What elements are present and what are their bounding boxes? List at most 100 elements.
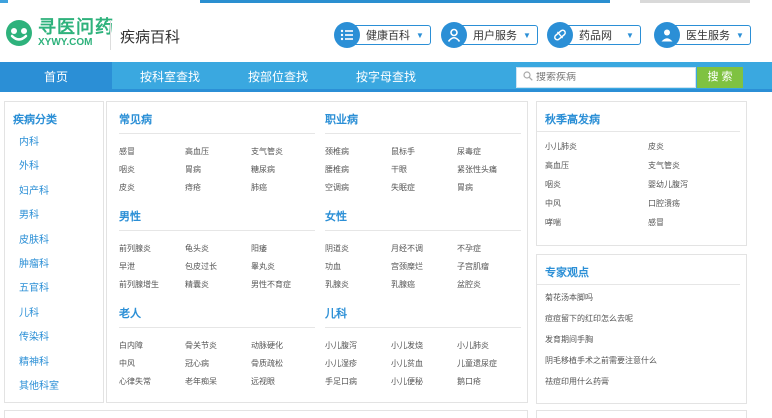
section-occupational: 职业病 颈椎病 鼠标手 尿毒症 腰椎病 干眼 紧张性头痛 空调病 失眠症 胃病 bbox=[325, 111, 521, 192]
disease-link[interactable]: 哮喘 bbox=[545, 218, 648, 228]
section-title: 儿科 bbox=[325, 308, 347, 320]
category-item[interactable]: 儿科 bbox=[5, 307, 103, 331]
disease-link[interactable]: 尿毒症 bbox=[457, 147, 521, 157]
nav-by-letter[interactable]: 按字母查找 bbox=[344, 62, 428, 92]
disease-link[interactable]: 小儿贫血 bbox=[391, 359, 457, 369]
disease-link[interactable]: 龟头炎 bbox=[185, 244, 251, 254]
disease-link[interactable]: 阳痿 bbox=[251, 244, 315, 254]
disease-link[interactable]: 动脉硬化 bbox=[251, 341, 315, 351]
disease-link[interactable]: 空调病 bbox=[325, 183, 391, 193]
disease-link[interactable]: 包皮过长 bbox=[185, 262, 251, 272]
category-item[interactable]: 其他科室 bbox=[5, 380, 103, 404]
nav-by-department[interactable]: 按科室查找 bbox=[128, 62, 212, 92]
disease-link[interactable]: 宫颈糜烂 bbox=[391, 262, 457, 272]
nav-by-body-part[interactable]: 按部位查找 bbox=[236, 62, 320, 92]
disease-link[interactable]: 咽炎 bbox=[545, 180, 648, 190]
service-health-encyclopedia[interactable]: 健康百科 ▼ bbox=[334, 22, 431, 48]
article-link[interactable]: 祛痘印用什么药膏 bbox=[545, 377, 746, 398]
disease-link[interactable]: 精囊炎 bbox=[185, 280, 251, 290]
disease-link[interactable]: 胃病 bbox=[457, 183, 521, 193]
disease-link[interactable]: 高血压 bbox=[185, 147, 251, 157]
disease-link[interactable]: 胃病 bbox=[185, 165, 251, 175]
search-button[interactable]: 搜 索 bbox=[697, 67, 743, 88]
service-user[interactable]: 用户服务 ▼ bbox=[441, 22, 538, 48]
disease-link[interactable]: 阴道炎 bbox=[325, 244, 391, 254]
disease-link[interactable]: 皮炎 bbox=[648, 142, 748, 152]
disease-link[interactable]: 骨关节炎 bbox=[185, 341, 251, 351]
disease-link[interactable]: 中风 bbox=[119, 359, 185, 369]
disease-link[interactable]: 颈椎病 bbox=[325, 147, 391, 157]
disease-link[interactable]: 不孕症 bbox=[457, 244, 521, 254]
disease-link[interactable]: 睾丸炎 bbox=[251, 262, 315, 272]
disease-link[interactable]: 痔疮 bbox=[185, 183, 251, 193]
seasonal-title: 秋季高发病 bbox=[537, 102, 740, 132]
category-item[interactable]: 五官科 bbox=[5, 282, 103, 306]
disease-link[interactable]: 鹅口疮 bbox=[457, 377, 521, 387]
disease-link[interactable]: 早泄 bbox=[119, 262, 185, 272]
disease-link[interactable]: 小儿腹泻 bbox=[325, 341, 391, 351]
disease-link[interactable]: 小儿肺炎 bbox=[457, 341, 521, 351]
disease-link[interactable]: 小儿湿疹 bbox=[325, 359, 391, 369]
category-item[interactable]: 外科 bbox=[5, 160, 103, 184]
category-item[interactable]: 内科 bbox=[5, 136, 103, 160]
top-band-right bbox=[640, 0, 750, 3]
disease-link[interactable]: 糖尿病 bbox=[251, 165, 315, 175]
disease-link[interactable]: 鼠标手 bbox=[391, 147, 457, 157]
disease-link[interactable]: 子宫肌瘤 bbox=[457, 262, 521, 272]
site-logo[interactable]: 寻医问药 XYWY.COM bbox=[5, 18, 114, 48]
disease-link[interactable]: 心律失常 bbox=[119, 377, 185, 387]
disease-link[interactable]: 小儿肺炎 bbox=[545, 142, 648, 152]
disease-link[interactable]: 皮炎 bbox=[119, 183, 185, 193]
disease-link[interactable]: 支气管炎 bbox=[251, 147, 315, 157]
disease-link[interactable]: 感冒 bbox=[119, 147, 185, 157]
disease-link[interactable]: 前列腺炎 bbox=[119, 244, 185, 254]
disease-link[interactable]: 盆腔炎 bbox=[457, 280, 521, 290]
service-pharmacy[interactable]: 药品网 ▼ bbox=[547, 22, 641, 48]
disease-link[interactable]: 中风 bbox=[545, 199, 648, 209]
disease-link[interactable]: 乳腺炎 bbox=[325, 280, 391, 290]
disease-link[interactable]: 腰椎病 bbox=[325, 165, 391, 175]
disease-link[interactable]: 干眼 bbox=[391, 165, 457, 175]
disease-link[interactable]: 小儿便秘 bbox=[391, 377, 457, 387]
category-item[interactable]: 肿瘤科 bbox=[5, 258, 103, 282]
disease-link[interactable]: 儿童遗尿症 bbox=[457, 359, 521, 369]
disease-link[interactable]: 月经不调 bbox=[391, 244, 457, 254]
disease-link[interactable]: 老年痴呆 bbox=[185, 377, 251, 387]
article-link[interactable]: 阴毛移植手术之前需要注意什么 bbox=[545, 356, 746, 377]
disease-link[interactable]: 咽炎 bbox=[119, 165, 185, 175]
disease-link[interactable]: 失眠症 bbox=[391, 183, 457, 193]
category-item[interactable]: 妇产科 bbox=[5, 185, 103, 209]
disease-link[interactable]: 口腔溃疡 bbox=[648, 199, 748, 209]
search-box[interactable] bbox=[516, 67, 696, 88]
disease-link[interactable]: 男性不育症 bbox=[251, 280, 315, 290]
disease-link[interactable]: 手足口病 bbox=[325, 377, 391, 387]
disease-link[interactable]: 肺癌 bbox=[251, 183, 315, 193]
category-list: 内科 外科 妇产科 男科 皮肤科 肿瘤科 五官科 儿科 传染科 精神科 其他科室 bbox=[5, 136, 103, 404]
article-link[interactable]: 菊花汤本脚吗 bbox=[545, 293, 746, 314]
disease-link[interactable]: 感冒 bbox=[648, 218, 748, 228]
article-link[interactable]: 发育期间手胸 bbox=[545, 335, 746, 356]
disease-link[interactable]: 支气管炎 bbox=[648, 161, 748, 171]
disease-link[interactable]: 骨质疏松 bbox=[251, 359, 315, 369]
category-item[interactable]: 精神科 bbox=[5, 356, 103, 380]
disease-link[interactable]: 紧张性头痛 bbox=[457, 165, 521, 175]
disease-link[interactable]: 高血压 bbox=[545, 161, 648, 171]
search-input[interactable] bbox=[536, 72, 686, 83]
disease-link[interactable]: 前列腺增生 bbox=[119, 280, 185, 290]
disease-link[interactable]: 乳腺癌 bbox=[391, 280, 457, 290]
section-title: 女性 bbox=[325, 211, 347, 223]
article-link[interactable]: 痘痘留下的红印怎么去呢 bbox=[545, 314, 746, 335]
disease-link[interactable]: 白内障 bbox=[119, 341, 185, 351]
nav-home[interactable]: 首页 bbox=[0, 62, 112, 92]
logo-chinese-text: 寻医问药 bbox=[38, 17, 114, 37]
service-doctor[interactable]: 医生服务 ▼ bbox=[654, 22, 751, 48]
disease-link[interactable]: 功血 bbox=[325, 262, 391, 272]
category-item[interactable]: 传染科 bbox=[5, 331, 103, 355]
category-item[interactable]: 男科 bbox=[5, 209, 103, 233]
disease-link[interactable]: 冠心病 bbox=[185, 359, 251, 369]
category-item[interactable]: 皮肤科 bbox=[5, 234, 103, 258]
pill-icon bbox=[547, 22, 573, 48]
disease-link[interactable]: 小儿发烧 bbox=[391, 341, 457, 351]
disease-link[interactable]: 婴幼儿腹泻 bbox=[648, 180, 748, 190]
disease-link[interactable]: 远视眼 bbox=[251, 377, 315, 387]
